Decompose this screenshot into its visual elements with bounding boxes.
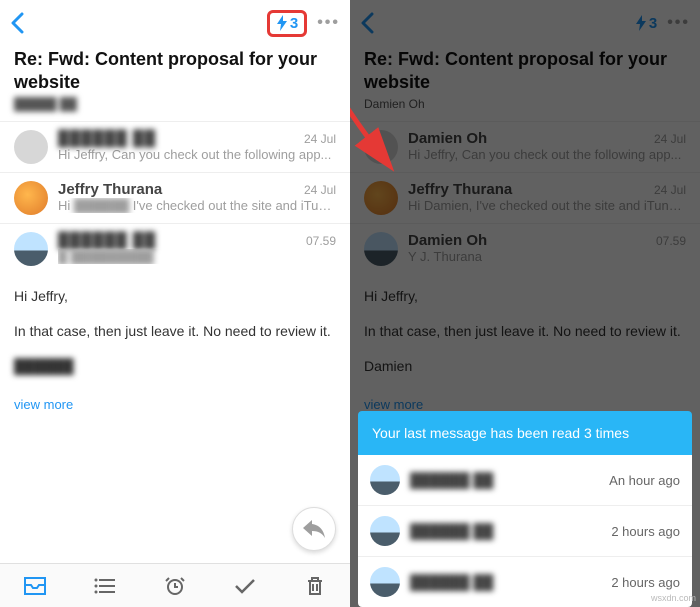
thread-sender: Damien Oh	[408, 130, 487, 147]
read-receipt-row[interactable]: ██████ ██ An hour ago	[358, 455, 692, 505]
thread-preview: █ █████████	[58, 249, 336, 264]
list-icon	[94, 577, 116, 595]
header: 3 •••	[350, 0, 700, 44]
sender-name: █████ ██	[0, 95, 350, 121]
thread-sender: Jeffry Thurana	[58, 181, 162, 198]
thread-date: 24 Jul	[654, 132, 686, 146]
thread-item[interactable]: Damien Oh 24 Jul Hi Jeffry, Can you check…	[350, 121, 700, 172]
avatar	[370, 567, 400, 597]
thread-date: 24 Jul	[654, 183, 686, 197]
reader-name: ██████ ██	[410, 574, 601, 590]
check-icon	[234, 577, 256, 595]
read-receipt-sheet: Your last message has been read 3 times …	[358, 411, 692, 607]
avatar	[14, 232, 48, 266]
pane-left: 3 ••• Re: Fwd: Content proposal for your…	[0, 0, 350, 607]
inbox-icon	[24, 577, 46, 595]
read-receipt-row[interactable]: ██████ ██ 2 hours ago	[358, 556, 692, 607]
read-time: An hour ago	[609, 473, 680, 488]
thread-item[interactable]: Jeffry Thurana 24 Jul Hi ██████ I've che…	[0, 172, 350, 223]
message-greeting: Hi Jeffry,	[364, 286, 686, 307]
avatar	[364, 232, 398, 266]
archive-button[interactable]	[13, 564, 57, 607]
avatar	[364, 130, 398, 164]
clock-icon	[165, 576, 185, 596]
read-tracking-button[interactable]: 3	[267, 10, 307, 37]
message-greeting: Hi Jeffry,	[14, 286, 336, 307]
avatar	[14, 130, 48, 164]
view-more-link[interactable]: view more	[0, 397, 350, 422]
snooze-button[interactable]	[153, 564, 197, 607]
thread-preview: Hi Jeffry, Can you check out the followi…	[408, 147, 686, 162]
reader-name: ██████ ██	[410, 472, 599, 488]
more-button[interactable]: •••	[667, 14, 690, 32]
chevron-left-icon	[10, 12, 24, 34]
thread-item[interactable]: Damien Oh 07.59 Y J. Thurana	[350, 223, 700, 274]
more-button[interactable]: •••	[317, 14, 340, 32]
thread-preview: Hi Jeffry, Can you check out the followi…	[58, 147, 336, 162]
pane-right: 3 ••• Re: Fwd: Content proposal for your…	[350, 0, 700, 607]
read-time: 2 hours ago	[611, 524, 680, 539]
message-text: In that case, then just leave it. No nee…	[14, 321, 336, 342]
avatar	[364, 181, 398, 215]
reply-icon	[303, 520, 325, 538]
read-time: 2 hours ago	[611, 575, 680, 590]
avatar	[14, 181, 48, 215]
read-receipt-list: ██████ ██ An hour ago ██████ ██ 2 hours …	[358, 455, 692, 607]
trash-icon	[306, 576, 324, 596]
bolt-count: 3	[649, 15, 657, 32]
list-button[interactable]	[83, 564, 127, 607]
bolt-icon	[276, 15, 288, 31]
subject-line: Re: Fwd: Content proposal for your websi…	[0, 44, 350, 95]
thread-sender: ██████ ██	[58, 130, 156, 147]
thread-date: 24 Jul	[304, 183, 336, 197]
thread-date: 07.59	[656, 234, 686, 248]
bottom-toolbar	[0, 563, 350, 607]
subject-line: Re: Fwd: Content proposal for your websi…	[350, 44, 700, 95]
thread-item[interactable]: Jeffry Thurana 24 Jul Hi Damien, I've che…	[350, 172, 700, 223]
sender-name: Damien Oh	[350, 95, 700, 121]
message-body: Hi Jeffry, In that case, then just leave…	[350, 274, 700, 397]
bolt-icon	[635, 15, 647, 31]
reply-button[interactable]	[292, 507, 336, 551]
read-tracking-button[interactable]: 3	[635, 15, 657, 32]
delete-button[interactable]	[293, 564, 337, 607]
thread-sender: Jeffry Thurana	[408, 181, 512, 198]
done-button[interactable]	[223, 564, 267, 607]
thread-item[interactable]: ██████ ██ 07.59 █ █████████	[0, 223, 350, 274]
back-button[interactable]	[360, 12, 374, 34]
chevron-left-icon	[360, 12, 374, 34]
message-text: In that case, then just leave it. No nee…	[364, 321, 686, 342]
thread-sender: ██████ ██	[58, 232, 156, 249]
read-receipt-banner: Your last message has been read 3 times	[358, 411, 692, 455]
message-signature: Damien	[364, 356, 686, 377]
reader-name: ██████ ██	[410, 523, 601, 539]
watermark: wsxdn.com	[651, 593, 696, 603]
thread-preview: Hi ██████ I've checked out the site and …	[58, 198, 336, 213]
message-signature: ██████	[14, 356, 74, 377]
header: 3 •••	[0, 0, 350, 44]
thread-preview: Hi Damien, I've checked out the site and…	[408, 198, 686, 213]
thread-preview: Y J. Thurana	[408, 249, 686, 264]
read-receipt-row[interactable]: ██████ ██ 2 hours ago	[358, 505, 692, 556]
thread-item[interactable]: ██████ ██ 24 Jul Hi Jeffry, Can you chec…	[0, 121, 350, 172]
thread-date: 24 Jul	[304, 132, 336, 146]
thread-sender: Damien Oh	[408, 232, 487, 249]
avatar	[370, 465, 400, 495]
bolt-count: 3	[290, 15, 298, 32]
message-body: Hi Jeffry, In that case, then just leave…	[0, 274, 350, 397]
avatar	[370, 516, 400, 546]
back-button[interactable]	[10, 12, 24, 34]
thread-date: 07.59	[306, 234, 336, 248]
